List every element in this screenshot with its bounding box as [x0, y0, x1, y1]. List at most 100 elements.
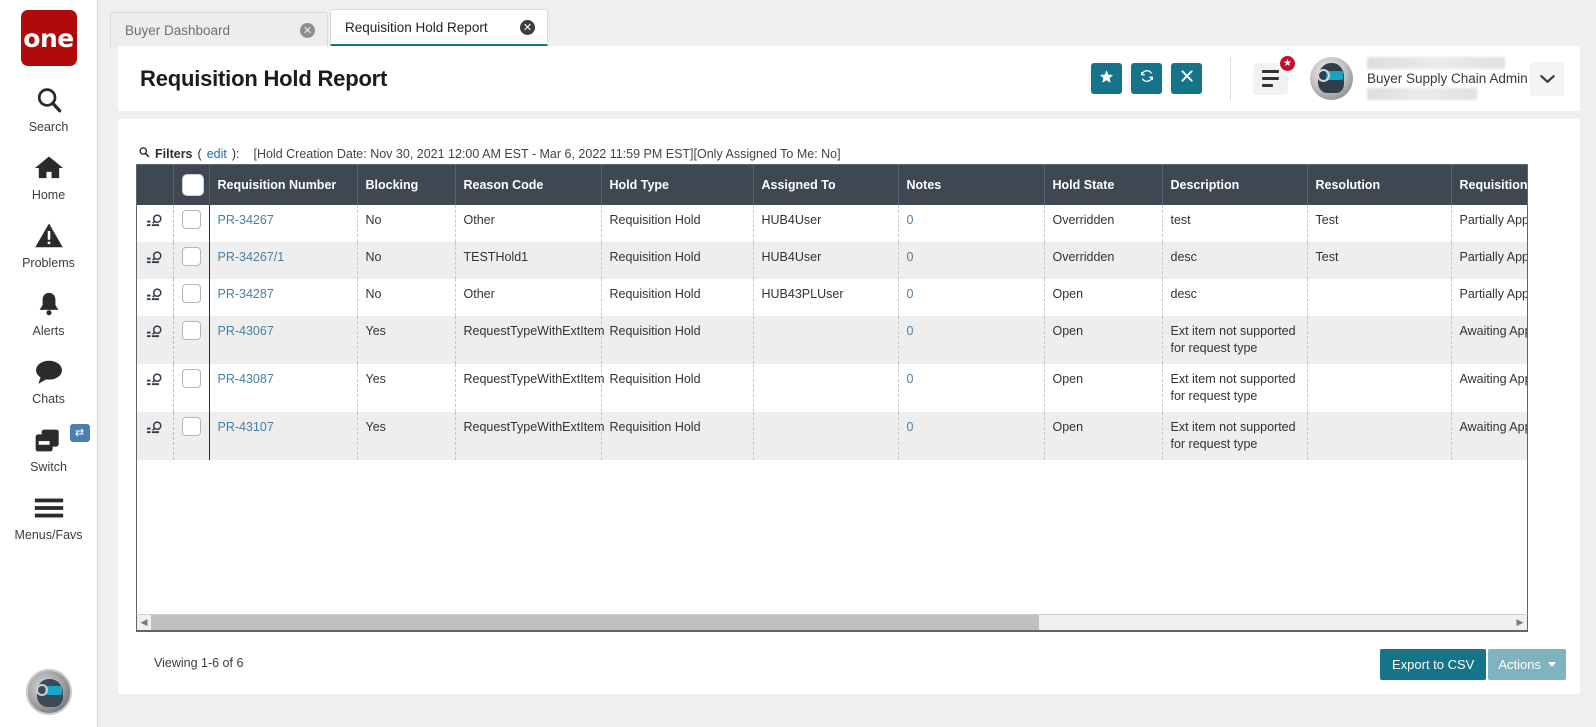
requisition-link[interactable]: PR-34287 [218, 287, 274, 301]
row-checkbox-cell[interactable] [173, 279, 209, 316]
table-row[interactable]: PR-34267 No Other Requisition Hold HUB4U… [137, 205, 1528, 242]
sidebar-item-switch[interactable]: ⇄ Switch [0, 422, 98, 474]
select-all-checkbox[interactable] [182, 174, 204, 196]
notes-link[interactable]: 0 [907, 420, 914, 434]
sidebar-item-search[interactable]: Search [0, 82, 98, 134]
sidebar-item-alerts[interactable]: Alerts [0, 286, 98, 338]
col-select-all[interactable] [173, 165, 209, 205]
col-requisition-status[interactable]: Requisition S [1451, 165, 1528, 205]
user-info[interactable]: Buyer Supply Chain Admin [1367, 56, 1512, 102]
cell-description: desc [1162, 242, 1307, 279]
page-header: Requisition Hold Report [118, 46, 1580, 111]
cell-reason-code: Other [455, 279, 601, 316]
row-detail-report-icon[interactable] [137, 242, 173, 279]
requisition-link[interactable]: PR-43107 [218, 420, 274, 434]
row-detail-report-icon[interactable] [137, 412, 173, 460]
requisition-link[interactable]: PR-34267/1 [218, 250, 285, 264]
row-detail-report-icon[interactable] [137, 316, 173, 364]
switch-badge-icon[interactable]: ⇄ [70, 424, 90, 442]
notifications-menu-button[interactable]: ★ [1253, 63, 1288, 95]
table-row[interactable]: PR-34287 No Other Requisition Hold HUB43… [137, 279, 1528, 316]
tab-buyer-dashboard[interactable]: Buyer Dashboard ✕ [110, 12, 328, 47]
col-hold-type[interactable]: Hold Type [601, 165, 753, 205]
col-requisition-number[interactable]: Requisition Number [209, 165, 357, 205]
cell-requisition-number[interactable]: PR-43107 [209, 412, 357, 460]
cell-hold-type: Requisition Hold [601, 242, 753, 279]
cell-notes[interactable]: 0 [898, 364, 1044, 412]
table-row[interactable]: PR-43107 Yes RequestTypeWithExtItem Requ… [137, 412, 1528, 460]
filters-edit-link[interactable]: edit [207, 147, 227, 161]
col-description[interactable]: Description [1162, 165, 1307, 205]
col-reason-code[interactable]: Reason Code [455, 165, 601, 205]
table-row[interactable]: PR-43067 Yes RequestTypeWithExtItem Requ… [137, 316, 1528, 364]
cell-hold-state: Overridden [1044, 242, 1162, 279]
row-checkbox-cell[interactable] [173, 205, 209, 242]
row-checkbox[interactable] [182, 210, 201, 229]
row-checkbox-cell[interactable] [173, 316, 209, 364]
requisition-link[interactable]: PR-43087 [218, 372, 274, 386]
sidebar-user-avatar[interactable] [26, 669, 72, 715]
close-button[interactable] [1171, 63, 1202, 94]
notes-link[interactable]: 0 [907, 250, 914, 264]
actions-button[interactable]: Actions [1488, 649, 1566, 680]
tab-requisition-hold-report[interactable]: Requisition Hold Report ✕ [330, 9, 548, 47]
row-checkbox[interactable] [182, 284, 201, 303]
cell-notes[interactable]: 0 [898, 205, 1044, 242]
horizontal-scrollbar[interactable]: ◀ ▶ [136, 614, 1528, 631]
row-detail-report-icon[interactable] [137, 279, 173, 316]
notes-link[interactable]: 0 [907, 213, 914, 227]
cell-requisition-number[interactable]: PR-43087 [209, 364, 357, 412]
tab-close-icon-buyer-dashboard[interactable]: ✕ [300, 23, 315, 38]
row-checkbox-cell[interactable] [173, 242, 209, 279]
row-detail-report-icon[interactable] [137, 205, 173, 242]
menus-favs-icon [32, 490, 66, 526]
home-icon [33, 150, 65, 186]
notes-link[interactable]: 0 [907, 372, 914, 386]
col-resolution[interactable]: Resolution [1307, 165, 1451, 205]
row-checkbox[interactable] [182, 369, 201, 388]
scroll-right-arrow-icon[interactable]: ▶ [1513, 615, 1527, 630]
scrollbar-track[interactable] [151, 615, 1513, 630]
scrollbar-thumb[interactable] [151, 615, 1039, 630]
refresh-button[interactable] [1131, 63, 1162, 94]
scroll-left-arrow-icon[interactable]: ◀ [137, 615, 151, 630]
cell-notes[interactable]: 0 [898, 316, 1044, 364]
cell-requisition-number[interactable]: PR-34267/1 [209, 242, 357, 279]
row-checkbox-cell[interactable] [173, 412, 209, 460]
row-detail-report-icon[interactable] [137, 364, 173, 412]
row-checkbox[interactable] [182, 247, 201, 266]
cell-notes[interactable]: 0 [898, 279, 1044, 316]
cell-requisition-number[interactable]: PR-34267 [209, 205, 357, 242]
sidebar-item-home[interactable]: Home [0, 150, 98, 202]
cell-blocking: Yes [357, 316, 455, 364]
user-name-redacted [1367, 57, 1505, 69]
col-assigned-to[interactable]: Assigned To [753, 165, 898, 205]
table-row[interactable]: PR-43087 Yes RequestTypeWithExtItem Requ… [137, 364, 1528, 412]
row-checkbox[interactable] [182, 321, 201, 340]
col-notes[interactable]: Notes [898, 165, 1044, 205]
table-row[interactable]: PR-34267/1 No TESTHold1 Requisition Hold… [137, 242, 1528, 279]
notes-link[interactable]: 0 [907, 287, 914, 301]
cell-requisition-number[interactable]: PR-43067 [209, 316, 357, 364]
requisition-link[interactable]: PR-43067 [218, 324, 274, 338]
col-blocking[interactable]: Blocking [357, 165, 455, 205]
favorite-button[interactable] [1091, 63, 1122, 94]
sidebar-item-chats[interactable]: Chats [0, 354, 98, 406]
row-checkbox-cell[interactable] [173, 364, 209, 412]
row-checkbox[interactable] [182, 417, 201, 436]
one-logo[interactable]: one [21, 10, 77, 66]
export-to-csv-button[interactable]: Export to CSV [1380, 649, 1486, 680]
sidebar-item-menus-favs[interactable]: Menus/Favs [0, 490, 98, 542]
col-hold-state[interactable]: Hold State [1044, 165, 1162, 205]
notes-link[interactable]: 0 [907, 324, 914, 338]
cell-requisition-number[interactable]: PR-34287 [209, 279, 357, 316]
header-avatar[interactable] [1310, 57, 1353, 100]
tab-close-icon-requisition-hold-report[interactable]: ✕ [520, 20, 535, 35]
cell-notes[interactable]: 0 [898, 412, 1044, 460]
cell-notes[interactable]: 0 [898, 242, 1044, 279]
refresh-icon [1139, 68, 1155, 89]
cell-resolution [1307, 412, 1451, 460]
requisition-link[interactable]: PR-34267 [218, 213, 274, 227]
sidebar-item-problems[interactable]: Problems [0, 218, 98, 270]
user-menu-chevron-down-icon[interactable] [1530, 62, 1564, 96]
